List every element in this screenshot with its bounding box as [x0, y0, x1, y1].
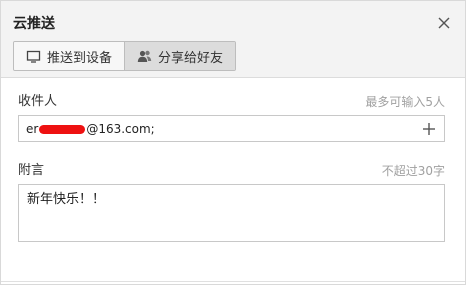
- recipient-input[interactable]: er @163.com;: [18, 115, 445, 142]
- note-label: 附言: [18, 163, 45, 178]
- dialog-title: 云推送: [13, 16, 55, 32]
- recipient-label: 收件人: [18, 94, 58, 109]
- tab-label: 推送到设备: [47, 50, 113, 66]
- note-limit-hint: 不超过30字: [381, 164, 445, 178]
- tab-bar: 推送到设备 分享给好友: [13, 41, 237, 71]
- tab-share-to-friend[interactable]: 分享给好友: [124, 42, 236, 70]
- friends-icon: [137, 50, 152, 62]
- note-textarea[interactable]: 新年快乐！！: [18, 184, 445, 242]
- cloud-push-dialog: 云推送 推送到设备 分享给好友 收件人 最多可输入5人 er @163.com;…: [0, 0, 466, 285]
- recipient-limit-hint: 最多可输入5人: [365, 95, 445, 109]
- recipient-value: er @163.com;: [26, 121, 155, 137]
- dialog-header: 云推送 推送到设备 分享给好友: [1, 1, 465, 78]
- redaction-mark: [39, 125, 86, 134]
- recipient-value-suffix: @163.com;: [86, 122, 155, 136]
- tab-push-to-device[interactable]: 推送到设备: [14, 42, 125, 70]
- tab-label: 分享给好友: [158, 50, 224, 66]
- plus-icon[interactable]: [422, 122, 436, 136]
- monitor-icon: [26, 50, 41, 63]
- close-icon[interactable]: [437, 16, 451, 30]
- note-value: 新年快乐！！: [27, 192, 106, 207]
- recipient-value-prefix: er: [26, 122, 39, 136]
- footer-divider: [1, 281, 465, 282]
